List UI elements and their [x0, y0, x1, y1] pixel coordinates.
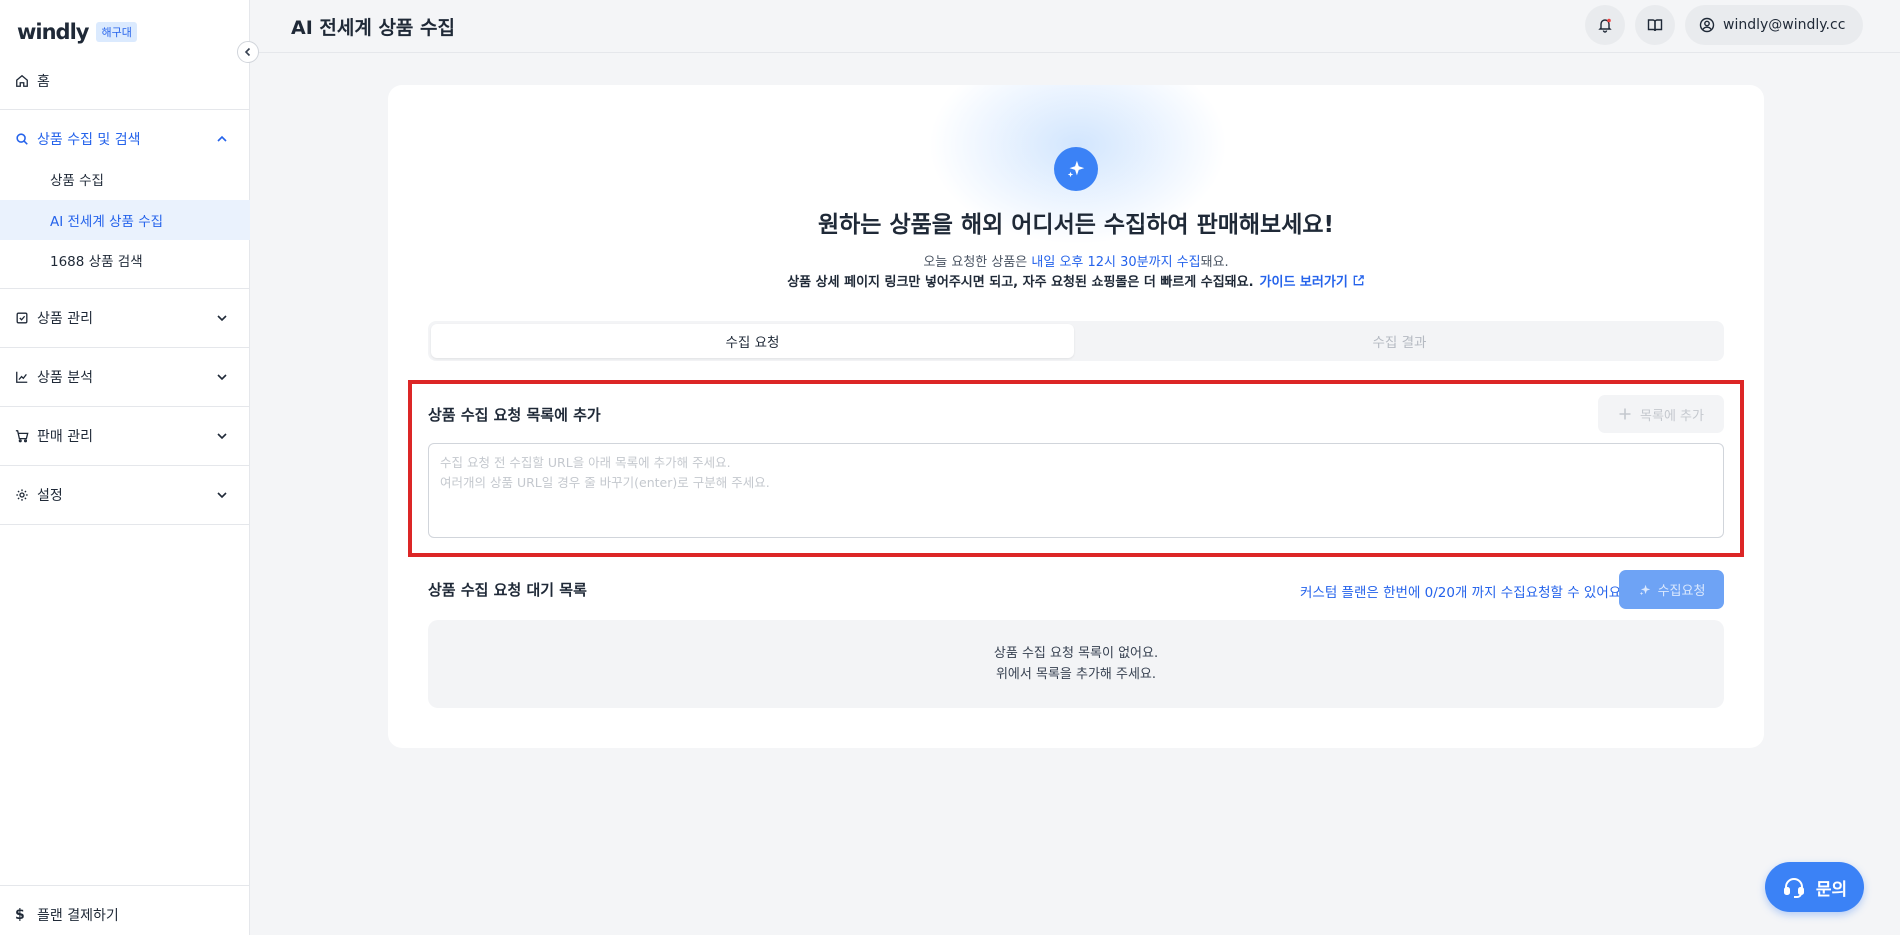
sidebar-sub-label: 1688 상품 검색: [50, 254, 143, 270]
sidebar-item-label: 홈: [37, 74, 50, 90]
tab-collect-request[interactable]: 수집 요청: [431, 324, 1074, 358]
add-to-list-label: 목록에 추가: [1640, 408, 1704, 424]
guide-book-button[interactable]: [1635, 5, 1675, 45]
sidebar-item-plan-pay[interactable]: $ 플랜 결제하기: [0, 900, 250, 930]
user-circle-icon: [1699, 17, 1715, 33]
logo-badge: 해구대: [96, 22, 137, 42]
chevron-down-icon: [217, 492, 227, 499]
guide-link[interactable]: 가이드 보러가기: [1260, 275, 1365, 290]
request-limit-text: 커스텀 플랜은 한번에 0/20개 까지 수집요청할 수 있어요.: [1300, 585, 1626, 601]
sidebar-item-product-analysis[interactable]: 상품 분석: [0, 362, 250, 392]
tab-collect-result[interactable]: 수집 결과: [1078, 324, 1721, 358]
sidebar-divider: [0, 109, 250, 110]
add-to-list-button[interactable]: 목록에 추가: [1598, 395, 1724, 433]
sidebar-item-label: 설정: [37, 488, 63, 504]
empty-state-line: 상품 수집 요청 목록이 없어요.: [993, 646, 1159, 661]
delivery-note: 오늘 요청한 상품은 내일 오후 12시 30분까지 수집돼요.: [388, 251, 1764, 270]
sidebar-item-home[interactable]: 홈: [0, 66, 250, 96]
user-email: windly@windly.cc: [1723, 17, 1846, 33]
sidebar: windly 해구대 홈 상품 수집 및 검색 상품 수집 AI 전세계 상품 …: [0, 0, 250, 935]
page-title: AI 전세계 상품 수집: [291, 17, 455, 39]
url-input[interactable]: [428, 443, 1724, 538]
user-menu-button[interactable]: windly@windly.cc: [1685, 5, 1864, 45]
delivery-note-suffix: 돼요.: [1200, 255, 1229, 270]
delivery-note-prefix: 오늘 요청한 상품은: [923, 255, 1032, 270]
sidebar-item-label: 상품 수집 및 검색: [37, 132, 141, 148]
inquiry-button[interactable]: 문의: [1765, 862, 1864, 912]
chevron-up-icon: [217, 135, 227, 142]
sparkle-badge: [1054, 147, 1098, 191]
instruction-note: 상품 상세 페이지 링크만 넣어주시면 되고, 자주 요청된 쇼핑몰은 더 빠르…: [388, 271, 1764, 290]
clipboard-check-icon: [15, 311, 29, 325]
collect-card: 원하는 상품을 해외 어디서든 수집하여 판매해보세요! 오늘 요청한 상품은 …: [388, 85, 1764, 748]
sidebar-divider: [0, 406, 250, 407]
sidebar-item-product-manage[interactable]: 상품 관리: [0, 303, 250, 333]
sidebar-item-label: 상품 관리: [37, 311, 93, 327]
sidebar-item-settings[interactable]: 설정: [0, 480, 250, 510]
sparkle-icon: [1067, 160, 1085, 178]
queue-empty-state: 상품 수집 요청 목록이 없어요. 위에서 목록을 추가해 주세요.: [428, 620, 1724, 708]
collect-request-label: 수집요청: [1657, 584, 1706, 599]
sidebar-group-collect[interactable]: 상품 수집 및 검색: [0, 124, 250, 154]
empty-state-line: 위에서 목록을 추가해 주세요.: [995, 667, 1157, 682]
dollar-icon: $: [15, 907, 25, 923]
notification-button[interactable]: [1585, 5, 1625, 45]
bell-icon: [1598, 18, 1612, 33]
sidebar-sub-ai-collect[interactable]: AI 전세계 상품 수집: [0, 200, 250, 240]
headline: 원하는 상품을 해외 어디서든 수집하여 판매해보세요!: [817, 212, 1335, 238]
sidebar-sub-collect[interactable]: 상품 수집: [0, 159, 250, 199]
headset-icon: [1783, 878, 1804, 898]
sidebar-item-label: 상품 분석: [37, 370, 93, 386]
book-icon: [1647, 19, 1663, 32]
chevron-down-icon: [217, 315, 227, 322]
guide-link-label: 가이드 보러가기: [1259, 275, 1348, 290]
logo-row[interactable]: windly 해구대: [17, 20, 137, 44]
search-icon: [15, 132, 29, 146]
sidebar-item-label: 판매 관리: [37, 429, 93, 445]
add-section-title: 상품 수집 요청 목록에 추가: [428, 406, 601, 424]
queue-section-title: 상품 수집 요청 대기 목록: [428, 581, 587, 599]
chart-line-icon: [15, 370, 29, 384]
sidebar-divider: [0, 524, 250, 525]
plus-icon: [1619, 408, 1631, 420]
chevron-down-icon: [217, 433, 227, 440]
inquiry-label: 문의: [1815, 879, 1848, 900]
home-icon: [15, 74, 29, 88]
sidebar-collapse-button[interactable]: [237, 41, 259, 63]
gear-icon: [15, 488, 29, 502]
sidebar-item-label: 플랜 결제하기: [37, 908, 119, 924]
logo[interactable]: windly: [17, 20, 89, 44]
external-link-icon: [1353, 275, 1364, 286]
tab-bar: 수집 요청 수집 결과: [428, 321, 1724, 361]
top-header: AI 전세계 상품 수집 windly@windly.cc: [251, 0, 1900, 53]
chevron-down-icon: [217, 374, 227, 381]
sidebar-divider: [0, 288, 250, 289]
instruction-text: 상품 상세 페이지 링크만 넣어주시면 되고, 자주 요청된 쇼핑몰은 더 빠르…: [787, 275, 1254, 290]
sidebar-sub-label: AI 전세계 상품 수집: [50, 214, 164, 230]
cart-icon: [15, 429, 29, 443]
chevron-left-icon: [244, 47, 251, 57]
delivery-note-highlight: 내일 오후 12시 30분까지 수집: [1031, 255, 1201, 270]
sidebar-item-sales-manage[interactable]: 판매 관리: [0, 421, 250, 451]
sidebar-divider: [0, 347, 250, 348]
sidebar-sub-1688-search[interactable]: 1688 상품 검색: [0, 240, 250, 280]
sidebar-divider: [0, 885, 250, 886]
sidebar-sub-label: 상품 수집: [50, 173, 104, 189]
collect-request-button[interactable]: 수집요청: [1619, 570, 1724, 609]
sidebar-divider: [0, 465, 250, 466]
sparkle-icon: [1639, 584, 1650, 595]
